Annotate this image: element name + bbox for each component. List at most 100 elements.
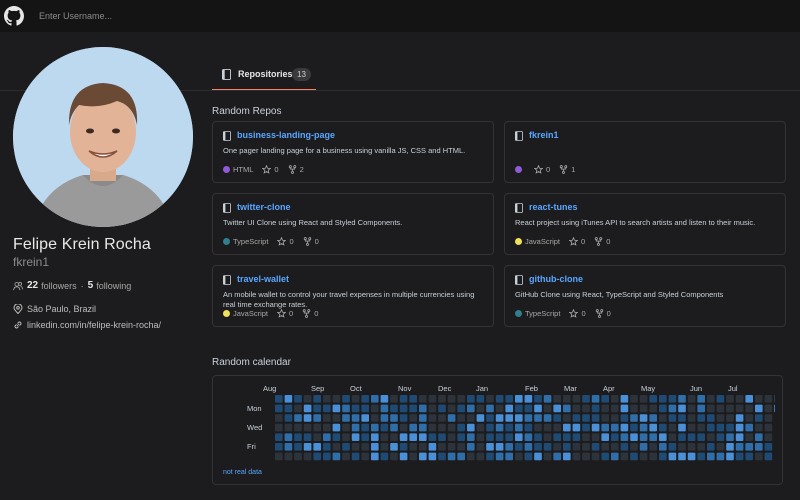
contribution-day-cell (697, 433, 705, 441)
language-color-dot (515, 238, 522, 245)
contribution-day-cell (620, 433, 629, 441)
repo-forks: 0 (606, 309, 611, 318)
contribution-day-cell (678, 404, 686, 413)
contribution-day-cell (563, 423, 571, 432)
repo-card[interactable]: twitter-clone Twitter UI Clone using Reac… (212, 193, 494, 255)
repo-card[interactable]: fkrein1 0 1 (504, 121, 786, 183)
contribution-day-cell (620, 423, 629, 432)
repo-card[interactable]: travel-wallet An mobile wallet to control… (212, 265, 494, 327)
contribution-day-cell (572, 404, 581, 413)
repo-language: JavaScript (233, 309, 269, 318)
contribution-day-cell (707, 404, 715, 413)
contribution-day-cell (755, 443, 763, 451)
contribution-day-cell (582, 395, 590, 403)
repo-book-icon (515, 203, 523, 213)
contribution-day-cell (284, 452, 293, 461)
contribution-day-cell (755, 433, 763, 441)
contribution-day-cell (687, 404, 696, 413)
contribution-day-cell (361, 395, 369, 403)
contribution-day-cell (486, 395, 494, 403)
contribution-day-cell (582, 404, 590, 413)
search-input[interactable] (32, 7, 332, 25)
repo-name[interactable]: github-clone (529, 274, 583, 284)
contribution-day-cell (438, 404, 446, 413)
contribution-day-cell (505, 395, 513, 403)
contribution-day-cell (553, 414, 561, 422)
contribution-day-cell (659, 395, 667, 403)
contribution-day-cell (342, 423, 350, 432)
calendar-weekday-label: Fri (247, 442, 256, 451)
contribution-day-cell (601, 423, 609, 432)
repo-description: GitHub Clone using React, TypeScript and… (515, 290, 724, 299)
tab-repositories[interactable]: Repositories 13 (212, 60, 316, 91)
contribution-day-cell (543, 395, 552, 403)
repo-name[interactable]: fkrein1 (529, 130, 559, 140)
following-count[interactable]: 5 (88, 280, 94, 291)
contribution-day-cell (323, 395, 331, 403)
contribution-day-cell (726, 443, 734, 451)
contribution-day-cell (342, 452, 350, 461)
contribution-day-cell (774, 395, 775, 403)
repo-language: TypeScript (525, 309, 561, 318)
contribution-day-cell (524, 452, 533, 461)
contribution-day-cell (572, 395, 581, 403)
repo-name[interactable]: business-landing-page (237, 130, 335, 140)
contribution-day-cell (467, 414, 475, 422)
contribution-day-cell (678, 433, 686, 441)
followers-label[interactable]: followers (41, 281, 77, 291)
contribution-day-cell (707, 433, 715, 441)
fork-icon (594, 237, 603, 246)
repo-card[interactable]: github-clone GitHub Clone using React, Ty… (504, 265, 786, 327)
contribution-day-cell (697, 395, 705, 403)
contribution-day-cell (553, 395, 561, 403)
contribution-day-cell (668, 452, 677, 461)
contribution-day-cell (524, 404, 533, 413)
calendar-weekday-label: Wed (247, 423, 263, 432)
contribution-day-cell (707, 452, 715, 461)
contribution-day-cell (313, 452, 321, 461)
contribution-grid (275, 393, 775, 468)
repo-card[interactable]: react-tunes React project using iTunes AP… (504, 193, 786, 255)
contribution-day-cell (371, 423, 379, 432)
contribution-day-cell (649, 443, 657, 451)
contribution-day-cell (697, 414, 705, 422)
contribution-day-cell (361, 404, 369, 413)
repo-stars: 0 (289, 309, 294, 318)
contribution-day-cell (467, 404, 475, 413)
contribution-day-cell (303, 404, 312, 413)
contribution-day-cell (716, 404, 725, 413)
contribution-day-cell (630, 404, 638, 413)
contribution-day-cell (649, 404, 657, 413)
contribution-day-cell (447, 443, 456, 451)
following-label[interactable]: following (96, 281, 131, 291)
repo-language: HTML (233, 165, 254, 174)
repo-name[interactable]: twitter-clone (237, 202, 291, 212)
profile-link[interactable]: linkedin.com/in/felipe-krein-rocha/ (27, 320, 161, 330)
contribution-day-cell (611, 423, 619, 432)
contribution-day-cell (726, 414, 734, 422)
language-color-dot (223, 310, 230, 317)
contribution-day-cell (275, 395, 283, 403)
github-logo-icon[interactable] (4, 6, 24, 26)
link-row: linkedin.com/in/felipe-krein-rocha/ (13, 320, 161, 330)
contribution-day-cell (582, 443, 590, 451)
repo-card[interactable]: business-landing-page One pager landing p… (212, 121, 494, 183)
contribution-day-cell (630, 395, 638, 403)
contribution-day-cell (303, 414, 312, 422)
followers-count[interactable]: 22 (27, 280, 38, 291)
contribution-day-cell (534, 452, 542, 461)
contribution-day-cell (380, 404, 389, 413)
location-row: São Paulo, Brazil (13, 304, 96, 314)
contribution-day-cell (524, 433, 533, 441)
tab-count-badge: 13 (292, 68, 311, 81)
contribution-day-cell (707, 395, 715, 403)
contribution-day-cell (524, 423, 533, 432)
contribution-day-cell (639, 395, 648, 403)
contribution-day-cell (553, 452, 561, 461)
profile-username: fkrein1 (13, 255, 50, 269)
repo-name[interactable]: travel-wallet (237, 274, 289, 284)
contribution-day-cell (668, 404, 677, 413)
contribution-day-cell (476, 452, 485, 461)
contribution-day-cell (726, 423, 734, 432)
repo-name[interactable]: react-tunes (529, 202, 578, 212)
